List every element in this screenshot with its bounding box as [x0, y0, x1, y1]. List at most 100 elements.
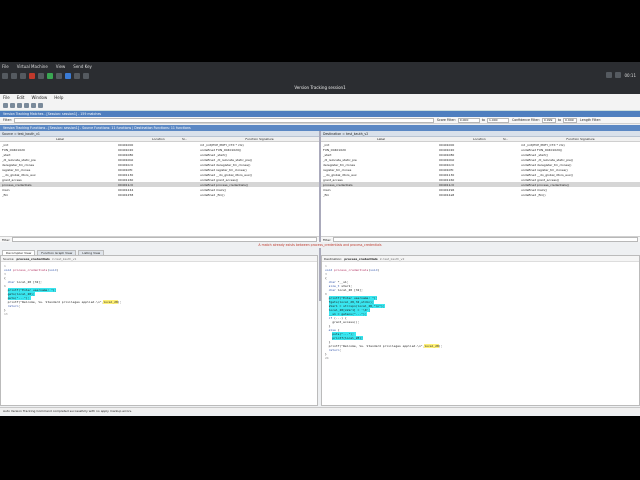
cell-address: 00401244 [118, 187, 134, 192]
confidence-min-input[interactable]: 0.999 [541, 117, 556, 123]
cell-label: main [2, 187, 10, 192]
accept-icon[interactable] [24, 103, 29, 108]
score-min-input[interactable]: 0.000 [457, 117, 480, 123]
cell-label: __do_global_dtors_aux [2, 172, 36, 177]
volume-icon [615, 72, 622, 78]
table-row[interactable]: _fini 004012a8 undefined _fini() [321, 192, 640, 197]
save-icon[interactable] [3, 103, 8, 108]
cell-signature: undefined _dl_relocate_static_pie() [521, 157, 574, 162]
cell-address: 004010b0 [439, 157, 455, 162]
screen-1-icon[interactable] [74, 73, 80, 79]
col-size[interactable]: Si.. [503, 137, 521, 141]
col-label[interactable]: Label [321, 137, 439, 141]
cell-signature: undefined _start() [200, 152, 227, 157]
wand-icon[interactable] [17, 103, 22, 108]
col-signature[interactable]: Function Signature [521, 137, 640, 141]
cell-address: 004010f0 [439, 167, 454, 172]
cell-signature: int _init(EVP_PKEY_CTX * ctx) [521, 142, 565, 147]
cell-address: 00401000 [118, 142, 134, 147]
reject-icon[interactable] [38, 103, 43, 108]
cell-signature: undefined main() [200, 187, 226, 192]
host-menu-view[interactable]: View [56, 64, 66, 69]
source-filter-label: Filter: [2, 237, 11, 242]
host-menu-virtual-machine[interactable]: Virtual Machine [17, 64, 48, 69]
cell-label: _dl_relocate_static_pie [323, 157, 357, 162]
matches-title: Version Tracking Matches - [Session: ses… [3, 112, 102, 116]
cell-label: grant_access [2, 177, 22, 182]
confidence-max-input[interactable]: 0.999 [563, 117, 578, 123]
menu-file[interactable]: File [3, 95, 10, 100]
cell-label: _fini [323, 192, 330, 197]
score-to-label: to [481, 118, 485, 122]
cell-label: __do_global_dtors_aux [323, 172, 357, 177]
col-location[interactable]: Location [473, 137, 503, 141]
snapshot-icon[interactable] [47, 73, 53, 79]
cell-signature: undefined register_tm_clones() [200, 167, 247, 172]
destination-filter-label: Filter: [323, 237, 332, 242]
source-code-body[interactable]: 1 void process_credentials(void) 3 { cha… [1, 262, 317, 318]
cell-signature: int _init(EVP_PKEY_CTX * ctx) [200, 142, 244, 147]
matches-filter-input[interactable] [13, 117, 434, 123]
menu-help[interactable]: Help [54, 95, 63, 100]
cell-address: 004010c0 [118, 162, 134, 167]
col-signature[interactable]: Function Signature [200, 137, 319, 141]
cell-address: 004010b0 [118, 157, 134, 162]
source-table-body: _init 00401000 int _init(EVP_PKEY_CTX * ct… [0, 142, 319, 197]
cell-address: 00401080 [439, 152, 455, 157]
col-size[interactable]: Si.. [182, 137, 200, 141]
cell-label: process_credentials [2, 182, 32, 187]
menu-window[interactable]: Window [31, 95, 47, 100]
ghidra-window: File Edit Window Help Version Tracking M… [0, 94, 640, 416]
screen-2-icon[interactable] [83, 73, 89, 79]
host-menu-send-key[interactable]: Send Key [73, 64, 92, 69]
host-toolbar [0, 70, 640, 82]
functions-title: Version Tracking Functions - [Session: s… [3, 126, 191, 130]
matches-filter-row: Filter: Score Filter: 0.000 to 1.000 Con… [0, 117, 640, 124]
cell-signature: undefined __do_global_dtors_aux() [200, 172, 253, 177]
pause-icon[interactable] [20, 73, 26, 79]
status-bar: Auto Version Tracking Command completed … [0, 407, 640, 413]
destination-decompiler-panel: Destination: process_credentials in test… [321, 255, 640, 406]
monitor-icon[interactable] [2, 73, 8, 79]
clock: 00:11 [624, 72, 636, 78]
source-functions-panel: Source = test_kauth_v1 Label Location Si… [0, 131, 319, 242]
destination-code-label: Destination: [324, 256, 343, 261]
score-filter-label: Score Filter: [436, 118, 456, 122]
destination-code-body[interactable]: 1 void process_credentials(void) 3 { cha… [322, 262, 639, 362]
destination-code-suffix: in test_kauth_v2 [379, 256, 405, 261]
host-tray: 00:11 [606, 72, 636, 78]
destination-functions-panel: Destination = test_kauth_v2 Label Locati… [321, 131, 640, 242]
host-menu-file[interactable]: File [2, 64, 9, 69]
cell-label: _start [323, 152, 332, 157]
cell-label: _dl_relocate_static_pie [2, 157, 36, 162]
power-icon[interactable] [29, 73, 35, 79]
keyboard-icon[interactable] [65, 73, 71, 79]
open-icon[interactable] [10, 103, 15, 108]
refresh-icon[interactable] [38, 73, 44, 79]
source-code-function: process_credentials [16, 256, 50, 261]
cell-signature: undefined __do_global_dtors_aux() [521, 172, 574, 177]
cell-signature: undefined deregister_tm_clones() [521, 162, 572, 167]
col-label[interactable]: Label [0, 137, 118, 141]
cell-label: _init [2, 142, 9, 147]
refresh-icon[interactable] [31, 103, 36, 108]
settings-icon[interactable] [56, 73, 62, 79]
source-decompiler-panel: Source: process_credentials in test_kaut… [0, 255, 318, 406]
cell-label: _fini [2, 192, 9, 197]
cell-address: 00401130 [439, 172, 455, 177]
cell-signature: undefined grant_access() [200, 177, 239, 182]
cell-label: FUN_00401020 [2, 147, 25, 152]
network-icon [606, 72, 613, 78]
table-row[interactable]: _fini 00401258 undefined _fini() [0, 192, 319, 197]
cell-label: FUN_00401020 [323, 147, 346, 152]
cell-signature: undefined _start() [521, 152, 548, 157]
length-filter-label: Length Filter: [580, 118, 601, 122]
cell-label: deregister_tm_clones [2, 162, 35, 167]
cell-address: 00401160 [439, 177, 455, 182]
score-max-input[interactable]: 1.000 [486, 117, 509, 123]
col-location[interactable]: Location [152, 137, 182, 141]
cell-address: 00401080 [118, 152, 134, 157]
menu-edit[interactable]: Edit [17, 95, 25, 100]
status-text: Auto Version Tracking Command completed … [3, 408, 133, 413]
play-icon[interactable] [11, 73, 17, 79]
